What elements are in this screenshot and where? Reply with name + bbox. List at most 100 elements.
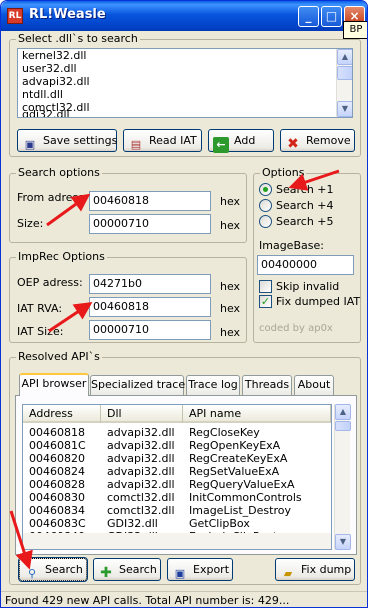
save-settings-button[interactable]: ▣ Save settings [17, 129, 117, 152]
search-primary-label: Search [45, 563, 83, 576]
api-listview-scrollbar[interactable]: ▲ ▼ [334, 404, 351, 550]
api-row[interactable]: 00460820 advapi32.dll RegCreateKeyExA [23, 452, 331, 465]
oep-address-label: OEP adress: [17, 276, 83, 289]
dll-item[interactable]: gdi32.dll [18, 108, 352, 117]
options-title: Options [260, 166, 307, 179]
fix-dumped-iat-checkbox[interactable]: ✓ [259, 295, 272, 308]
from-address-label: From adress: [17, 191, 88, 204]
scroll-up-icon[interactable]: ▲ [335, 404, 351, 420]
plus-icon: ✚ [100, 565, 112, 581]
skip-invalid-label[interactable]: Skip invalid [276, 280, 339, 293]
dll-item[interactable]: kernel32.dll [18, 49, 352, 62]
api-listview[interactable]: Address Dll API name 00460818 advapi32.dl… [22, 404, 332, 550]
credit-text: coded by ap0x [259, 323, 333, 334]
api-row[interactable]: 00460830 comctl32.dll InitCommonControls [23, 491, 331, 504]
api-dll-cell: advapi32.dll [107, 478, 175, 491]
hex-label: hex [220, 195, 241, 208]
scroll-down-icon[interactable]: ▼ [335, 534, 351, 550]
api-address-cell: 00460828 [29, 478, 85, 491]
api-name-cell: ImageList_Destroy [189, 504, 291, 517]
imagebase-input[interactable]: 00400000 [257, 255, 354, 275]
search-plus4-label[interactable]: Search +4 [276, 199, 334, 212]
search-plus5-label[interactable]: Search +5 [276, 215, 334, 228]
fix-dumped-iat-label[interactable]: Fix dumped IAT [276, 295, 360, 308]
window-title: RL!Weasle [29, 7, 106, 22]
size-label: Size: [17, 217, 44, 230]
search-button-secondary[interactable]: ✚ Search [93, 558, 161, 581]
export-label: Export [193, 563, 230, 576]
column-dll[interactable]: Dll [101, 405, 183, 423]
fix-dump-button[interactable]: ▰ Fix dump [275, 558, 355, 581]
iat-rva-label: IAT RVA: [17, 302, 63, 315]
oep-address-input[interactable]: 04271b0 [89, 274, 211, 294]
dll-listbox[interactable]: kernel32.dll user32.dll advapi32.dll ntd… [17, 48, 353, 118]
api-row[interactable]: 0046083C GDI32.dll GetClipBox [23, 517, 331, 530]
tab-specialized-tracer[interactable]: Specialized tracer [90, 375, 190, 395]
dll-item[interactable]: advapi32.dll [18, 75, 352, 88]
search-plus1-radio[interactable] [259, 183, 272, 196]
listview-header: Address Dll API name [23, 405, 331, 423]
api-dll-cell: comctl32.dll [107, 491, 175, 504]
api-name-cell: RegQueryValueExA [189, 478, 295, 491]
api-row[interactable]: 00460818 advapi32.dll RegCloseKey [23, 426, 331, 439]
search-button-primary[interactable]: ⚲ Search [18, 557, 88, 582]
minimize-icon[interactable]: _ [298, 6, 319, 27]
read-iat-button[interactable]: ▤ Read IAT [123, 129, 202, 152]
status-bar: Found 429 new API calls. Total API numbe… [1, 591, 367, 607]
api-dll-cell: advapi32.dll [107, 465, 175, 478]
search-secondary-label: Search [119, 563, 157, 576]
dll-item[interactable]: user32.dll [18, 62, 352, 75]
imprec-title: ImpRec Options [16, 250, 107, 263]
api-row[interactable]: 00460824 advapi32.dll RegSetValueExA [23, 465, 331, 478]
api-address-cell: 00460824 [29, 465, 85, 478]
listview-hscrollbar[interactable] [23, 533, 331, 549]
title-bar[interactable]: RL RL!Weasle _ □ × [1, 1, 367, 31]
tab-threads[interactable]: Threads [242, 375, 292, 395]
app-icon: RL [7, 8, 23, 24]
export-button[interactable]: ▣ Export [167, 558, 233, 581]
tab-trace-log[interactable]: Trace log [186, 375, 240, 395]
size-input[interactable]: 00000710 [89, 214, 211, 234]
column-api-name[interactable]: API name [183, 405, 331, 423]
search-plus1-label[interactable]: Search +1 [276, 183, 334, 196]
search-options-title: Search options [16, 166, 102, 179]
iat-size-input[interactable]: 00000710 [89, 320, 211, 340]
iat-size-label: IAT Size: [17, 325, 64, 338]
tab-api-browser[interactable]: API browser [19, 373, 89, 396]
from-address-input[interactable]: 00460818 [89, 191, 211, 211]
dll-scrollbar[interactable]: ▲ ▼ [336, 49, 352, 117]
tab-about[interactable]: About [294, 375, 334, 395]
remove-label: Remove [306, 134, 351, 147]
api-address-cell: 00460834 [29, 504, 85, 517]
search-plus4-radio[interactable] [259, 199, 272, 212]
dll-item[interactable]: ntdll.dll [18, 88, 352, 101]
api-address-cell: 00460820 [29, 452, 85, 465]
save-settings-label: Save settings [43, 134, 118, 147]
scroll-down-icon[interactable]: ▼ [337, 101, 352, 117]
add-arrow-icon: ← [213, 137, 229, 153]
folder-icon: ▰ [283, 567, 293, 580]
api-dll-cell: advapi32.dll [107, 426, 175, 439]
skip-invalid-checkbox[interactable] [259, 280, 272, 293]
maximize-icon[interactable]: □ [321, 6, 342, 27]
api-row[interactable]: 0046081C advapi32.dll RegOpenKeyExA [23, 439, 331, 452]
iat-rva-input[interactable]: 00460818 [89, 297, 211, 317]
book-icon: ▤ [130, 138, 142, 151]
remove-button[interactable]: ✖ Remove [280, 129, 355, 152]
api-dll-cell: comctl32.dll [107, 504, 175, 517]
column-address[interactable]: Address [23, 405, 101, 423]
bp-tooltip: BP [343, 21, 367, 39]
api-address-cell: 0046081C [29, 439, 86, 452]
api-address-cell: 00460818 [29, 426, 85, 439]
api-dll-cell: advapi32.dll [107, 452, 175, 465]
search-plus5-radio[interactable] [259, 215, 272, 228]
api-row[interactable]: 00460828 advapi32.dll RegQueryValueExA [23, 478, 331, 491]
api-browser-panel: Address Dll API name 00460818 advapi32.dl… [15, 395, 357, 555]
scroll-thumb[interactable] [337, 66, 352, 80]
scroll-thumb[interactable] [335, 421, 351, 431]
add-label: Add [234, 134, 256, 147]
scroll-up-icon[interactable]: ▲ [337, 49, 352, 65]
api-row[interactable]: 00460834 comctl32.dll ImageList_Destroy [23, 504, 331, 517]
add-button[interactable]: ← Add [208, 129, 274, 153]
imagebase-label: ImageBase: [259, 239, 324, 252]
